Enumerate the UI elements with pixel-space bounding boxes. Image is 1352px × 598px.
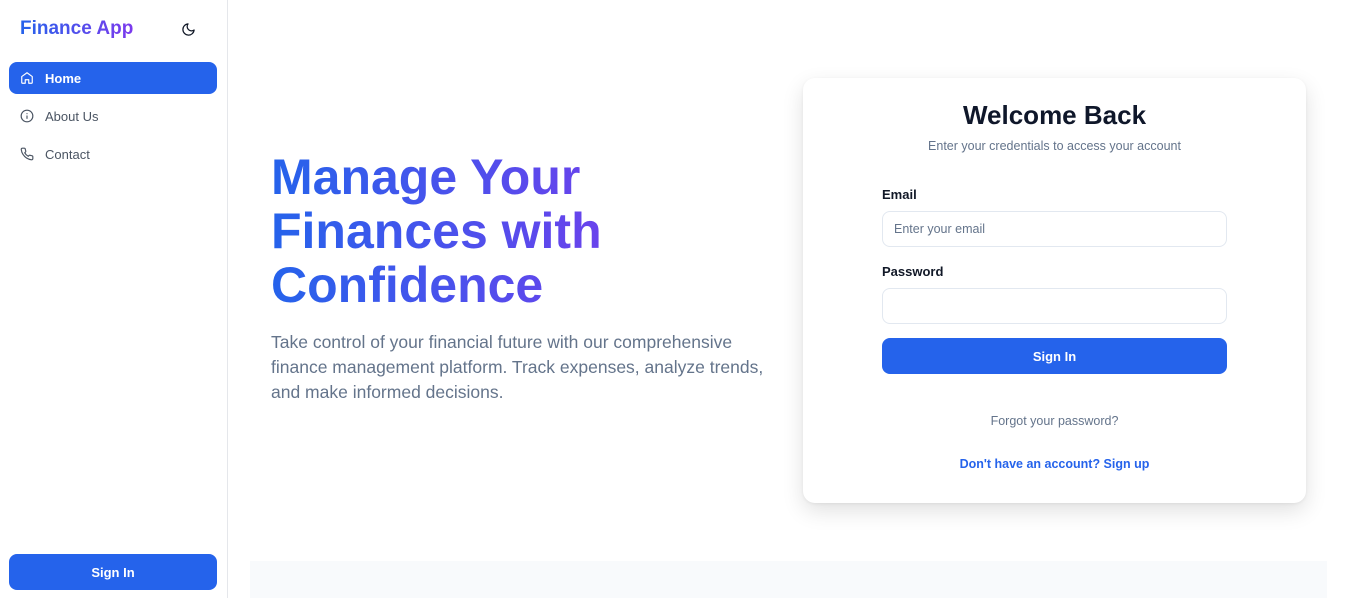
password-field[interactable]: [882, 288, 1227, 324]
email-label: Email: [882, 187, 917, 202]
app-brand[interactable]: Finance App: [20, 18, 133, 40]
forgot-password-link[interactable]: Forgot your password?: [803, 414, 1306, 428]
moon-icon: [181, 22, 196, 37]
sign-in-button[interactable]: Sign In: [882, 338, 1227, 374]
sidebar-item-home[interactable]: Home: [9, 62, 217, 94]
info-icon: [20, 109, 34, 123]
home-icon: [20, 71, 34, 85]
sign-up-link[interactable]: Don't have an account? Sign up: [803, 457, 1306, 471]
theme-toggle-button[interactable]: [178, 19, 198, 39]
login-subtitle: Enter your credentials to access your ac…: [928, 139, 1181, 153]
sidebar-nav: Home About Us Contact: [9, 62, 217, 176]
sidebar-item-label: Contact: [45, 146, 90, 162]
sidebar: Finance App Home About Us Contact Sign I…: [0, 0, 228, 598]
phone-icon: [20, 147, 34, 161]
hero-subtitle: Take control of your financial future wi…: [271, 332, 764, 402]
login-card: Welcome Back Enter your credentials to a…: [803, 78, 1306, 503]
password-label: Password: [882, 264, 944, 279]
hero-title: Manage Your Finances with Confidence: [271, 150, 691, 312]
email-field[interactable]: [882, 211, 1227, 247]
sidebar-item-label: Home: [45, 70, 82, 86]
login-title: Welcome Back: [962, 100, 1147, 130]
sidebar-item-label: About Us: [45, 108, 99, 124]
sidebar-item-about-us[interactable]: About Us: [9, 100, 217, 132]
sidebar-sign-in-button[interactable]: Sign In: [9, 554, 217, 590]
bottom-section: [250, 561, 1327, 598]
sidebar-item-contact[interactable]: Contact: [9, 138, 217, 170]
